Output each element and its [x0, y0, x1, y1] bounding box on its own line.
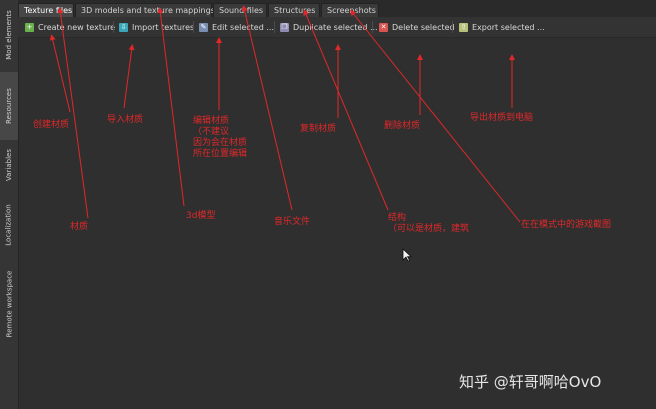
annotation-edit-4: 所在位置编辑	[193, 149, 248, 159]
tab-3d-models[interactable]: 3D models and texture mappings	[75, 3, 215, 17]
sidebar: Mod elements Resources Variables Localiz…	[0, 0, 19, 409]
annotation-structure-2: （可以是材质，建筑	[388, 224, 470, 234]
annotation-import: 导入材质	[107, 115, 144, 125]
delete-selected-button[interactable]: ✕ Delete selected	[379, 20, 455, 34]
sidebar-item-mod-elements[interactable]: Mod elements	[0, 0, 18, 70]
mouse-cursor-icon	[402, 248, 412, 262]
annotation-model: 3d模型	[186, 211, 216, 221]
watermark: 知乎 @轩哥啊哈OvO	[459, 373, 602, 391]
annotation-edit-1: 编辑材质	[193, 116, 230, 126]
sidebar-item-label: Variables	[5, 149, 13, 181]
annotation-screenshot: 在在模式中的游戏截图	[521, 220, 612, 230]
toolbar: + Create new texture ⇩ Import textures ✎…	[18, 17, 656, 38]
annotation-delete: 删除材质	[384, 121, 421, 131]
duplicate-selected-label: Duplicate selected ...	[293, 22, 378, 32]
arrow-model	[157, 7, 185, 207]
toolbar-divider	[452, 21, 453, 33]
sidebar-item-localization[interactable]: Localization	[0, 196, 18, 254]
toolbar-divider	[193, 21, 194, 33]
annotation-edit-2: （不建议	[193, 127, 230, 137]
annotation-duplicate: 复制材质	[300, 124, 337, 134]
tab-bar: Texture files 3D models and texture mapp…	[18, 0, 656, 17]
annotation-create: 创建材质	[33, 120, 70, 130]
annotation-export: 导出材质到电脑	[470, 113, 534, 123]
delete-icon: ✕	[379, 22, 388, 32]
import-icon: ⇩	[119, 22, 128, 32]
tab-screenshots[interactable]: Screenshots	[321, 3, 379, 17]
sidebar-item-label: Localization	[5, 204, 13, 246]
duplicate-icon: ❐	[280, 22, 289, 32]
export-icon: ⇧	[459, 22, 468, 32]
annotation-texture: 材质	[70, 222, 89, 232]
sidebar-item-variables[interactable]: Variables	[0, 142, 18, 188]
arrow-sound	[241, 5, 293, 211]
edit-selected-label: Edit selected ...	[212, 22, 274, 32]
arrow-create	[49, 34, 71, 113]
sidebar-item-label: Remote workspace	[5, 270, 13, 338]
tab-texture-files[interactable]: Texture files	[18, 3, 74, 17]
sidebar-item-label: Resources	[5, 88, 13, 124]
toolbar-divider	[274, 21, 275, 33]
sidebar-item-resources[interactable]: Resources	[0, 72, 18, 140]
sidebar-item-label: Mod elements	[5, 10, 14, 60]
create-texture-button[interactable]: + Create new texture	[25, 20, 115, 34]
delete-selected-label: Delete selected	[392, 22, 455, 32]
export-selected-label: Export selected ...	[472, 22, 545, 32]
duplicate-selected-button[interactable]: ❐ Duplicate selected ...	[280, 20, 378, 34]
tab-sound-files[interactable]: Sound files	[213, 3, 267, 17]
export-selected-button[interactable]: ⇧ Export selected ...	[459, 20, 545, 34]
import-textures-button[interactable]: ⇩ Import textures	[119, 20, 194, 34]
arrow-structure	[303, 9, 389, 211]
annotation-edit-3: 因为会在材质	[193, 138, 248, 148]
toolbar-divider	[113, 21, 114, 33]
arrow-texture	[57, 7, 89, 219]
arrow-import	[123, 44, 135, 109]
plus-icon: +	[25, 22, 34, 32]
annotation-arrows	[49, 5, 521, 223]
toolbar-divider	[372, 21, 373, 33]
tab-structures[interactable]: Structures	[268, 3, 320, 17]
import-textures-label: Import textures	[132, 22, 195, 32]
edit-icon: ✎	[199, 22, 208, 32]
annotation-sound: 音乐文件	[274, 217, 311, 227]
sidebar-item-remote-workspace[interactable]: Remote workspace	[0, 262, 18, 346]
annotation-structure-1: 结构	[388, 213, 407, 223]
edit-selected-button[interactable]: ✎ Edit selected ...	[199, 20, 274, 34]
create-texture-label: Create new texture	[38, 22, 116, 32]
